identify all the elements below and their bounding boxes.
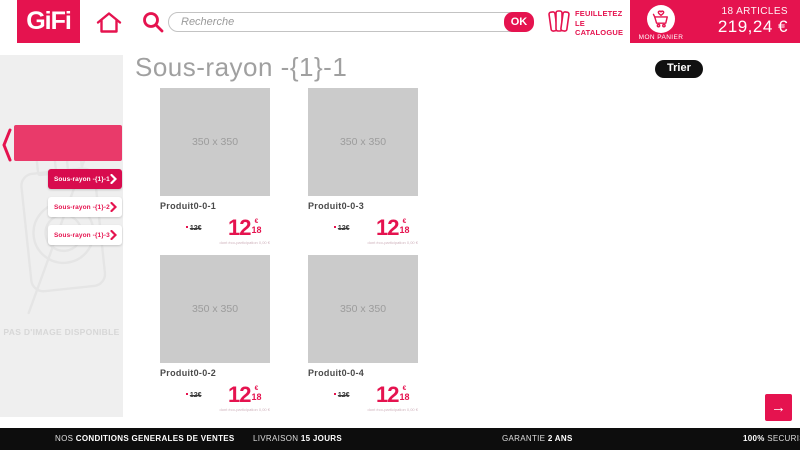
size-label: 350 x 350: [192, 303, 238, 315]
cart-label: MON PANIER: [630, 34, 692, 41]
footer: NOS CONDITIONS GENERALES DE VENTES LIVRA…: [0, 428, 800, 450]
next-page-button[interactable]: →: [765, 394, 792, 421]
back-chevron-icon[interactable]: [1, 127, 13, 168]
sidebar-item-label: Sous-rayon -{1}-2: [54, 204, 110, 211]
old-price: 12€: [334, 225, 350, 232]
old-price: 12€: [186, 392, 202, 399]
page-title: Sous-rayon -{1}-1: [135, 52, 347, 83]
footer-warranty: GARANTIE 2 ANS: [502, 428, 573, 450]
price-caption: dont éco-participation 0,00 €: [220, 407, 270, 412]
product-card[interactable]: 350 x 350 Produit0-0-1 12€ 12 €18 dont é…: [160, 88, 270, 245]
size-label: 350 x 350: [192, 136, 238, 148]
product-image-placeholder: 350 x 350: [160, 255, 270, 363]
sort-button[interactable]: Trier: [655, 60, 703, 78]
cart-button[interactable]: MON PANIER 18 ARTICLES 219,24 €: [630, 0, 800, 43]
category-banner[interactable]: [14, 125, 122, 161]
sidebar-item-sous-rayon-2[interactable]: Sous-rayon -{1}-2: [48, 197, 122, 217]
search-input[interactable]: [168, 12, 533, 32]
footer-secure: 100% SECURISE: [743, 428, 800, 450]
no-image-label: PAS D'IMAGE DISPONIBLE: [0, 327, 123, 337]
cart-icon: [647, 5, 675, 33]
product-name: Produit0-0-1: [160, 201, 270, 211]
sidebar-item-sous-rayon-3[interactable]: Sous-rayon -{1}-3: [48, 225, 122, 245]
header: GiFi OK FEUILLETEZ LE CATALOGUE: [0, 0, 800, 45]
price: 12 €18 dont éco-participation 0,00 €: [368, 386, 418, 412]
product-card[interactable]: 350 x 350 Produit0-0-4 12€ 12 €18 dont é…: [308, 255, 418, 412]
price-row: 12€ 12 €18 dont éco-participation 0,00 €: [160, 219, 270, 245]
catalogue-label: FEUILLETEZ LE CATALOGUE: [575, 9, 623, 37]
old-price: 12€: [334, 392, 350, 399]
chevron-right-icon: [110, 202, 117, 212]
catalogue-link[interactable]: FEUILLETEZ LE CATALOGUE: [547, 7, 623, 40]
price: 12 €18 dont éco-participation 0,00 €: [220, 386, 270, 412]
product-image-placeholder: 350 x 350: [308, 255, 418, 363]
footer-link-cgv[interactable]: NOS CONDITIONS GENERALES DE VENTES: [55, 428, 235, 450]
product-name: Produit0-0-3: [308, 201, 418, 211]
search-ok-button[interactable]: OK: [504, 12, 534, 32]
home-icon[interactable]: [96, 11, 122, 34]
size-label: 350 x 350: [340, 136, 386, 148]
price-caption: dont éco-participation 0,00 €: [220, 240, 270, 245]
sidebar: Sous-rayon -{1}-1 Sous-rayon -{1}-2 Sous…: [0, 55, 123, 417]
product-image-placeholder: 350 x 350: [160, 88, 270, 196]
price-caption: dont éco-participation 0,00 €: [368, 407, 418, 412]
price: 12 €18 dont éco-participation 0,00 €: [220, 219, 270, 245]
chevron-right-icon: [110, 230, 117, 240]
price: 12 €18 dont éco-participation 0,00 €: [368, 219, 418, 245]
product-name: Produit0-0-4: [308, 368, 418, 378]
cart-count: 18 ARTICLES: [692, 6, 788, 17]
sidebar-item-label: Sous-rayon -{1}-3: [54, 232, 110, 239]
product-image-placeholder: 350 x 350: [308, 88, 418, 196]
chevron-right-icon: [110, 174, 117, 184]
product-name: Produit0-0-2: [160, 368, 270, 378]
old-price: 12€: [186, 225, 202, 232]
sidebar-item-label: Sous-rayon -{1}-1: [54, 176, 110, 183]
size-label: 350 x 350: [340, 303, 386, 315]
search-icon[interactable]: [141, 10, 165, 34]
gifi-logo[interactable]: GiFi: [17, 0, 80, 43]
product-card[interactable]: 350 x 350 Produit0-0-3 12€ 12 €18 dont é…: [308, 88, 418, 245]
catalogue-icon: [547, 7, 571, 40]
price-row: 12€ 12 €18 dont éco-participation 0,00 €: [160, 386, 270, 412]
price-caption: dont éco-participation 0,00 €: [368, 240, 418, 245]
price-row: 12€ 12 €18 dont éco-participation 0,00 €: [308, 219, 418, 245]
price-row: 12€ 12 €18 dont éco-participation 0,00 €: [308, 386, 418, 412]
product-card[interactable]: 350 x 350 Produit0-0-2 12€ 12 €18 dont é…: [160, 255, 270, 412]
footer-delivery: LIVRAISON 15 JOURS: [253, 428, 342, 450]
cart-total: 219,24 €: [692, 17, 788, 37]
sidebar-item-sous-rayon-1[interactable]: Sous-rayon -{1}-1: [48, 169, 122, 189]
